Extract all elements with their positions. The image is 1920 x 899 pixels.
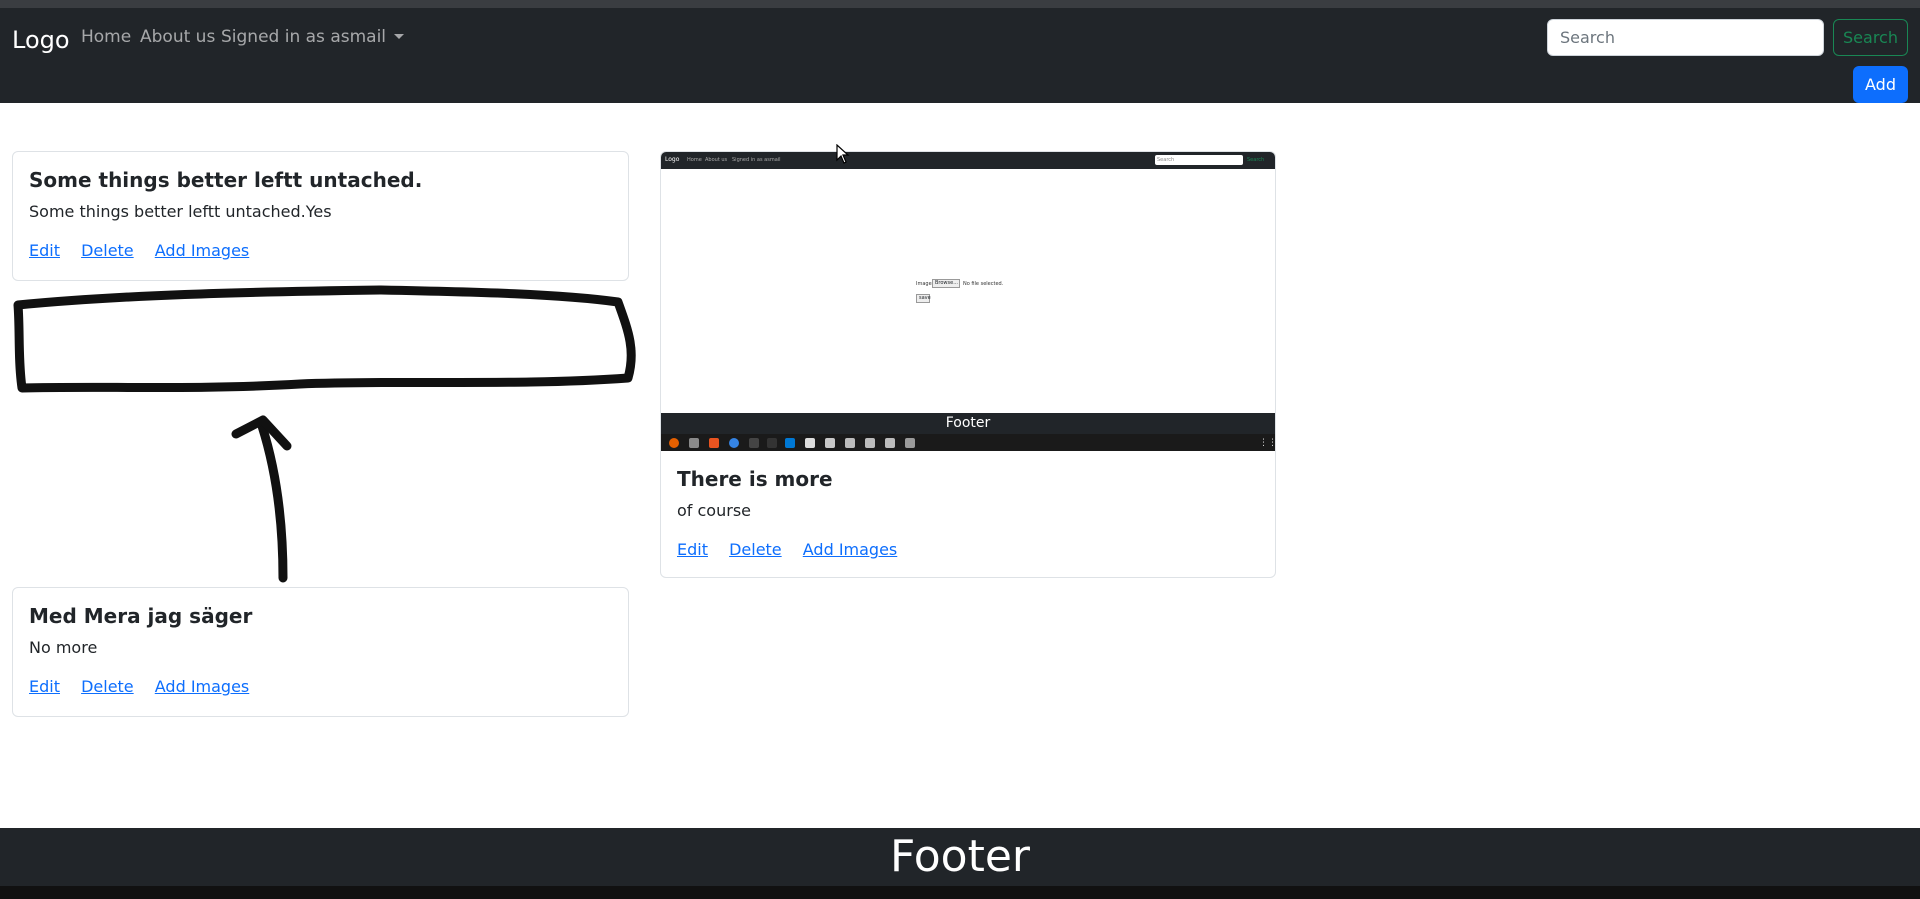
screenshot-nav-about: About us	[705, 157, 728, 163]
screenshot-nav-home: Home	[687, 157, 702, 163]
help-icon	[729, 438, 739, 448]
edit-link[interactable]: Edit	[29, 241, 60, 260]
editor-icon	[805, 438, 815, 448]
card-title: There is more	[677, 467, 833, 491]
card-title: Med Mera jag säger	[29, 604, 253, 628]
screenshot-dock: ⋮⋮	[661, 434, 1275, 451]
card-title: Some things better leftt untached.	[29, 168, 423, 192]
user-dropdown-label: Signed in as asmail	[221, 27, 387, 47]
screenshot-navbar: Logo Home About us Signed in as asmail S…	[661, 152, 1275, 169]
firefox-icon	[669, 438, 679, 448]
os-dock	[0, 886, 1920, 899]
drive-icon	[845, 438, 855, 448]
navbar: Logo Home About us Signed in as asmail S…	[0, 8, 1920, 103]
delete-link[interactable]: Delete	[729, 540, 782, 559]
software-icon	[709, 438, 719, 448]
add-button[interactable]: Add	[1853, 66, 1908, 103]
page-footer: Footer	[0, 828, 1920, 886]
add-images-link[interactable]: Add Images	[155, 241, 250, 260]
trash-icon	[905, 438, 915, 448]
nav-link-home[interactable]: Home	[81, 27, 131, 47]
drive-icon	[885, 438, 895, 448]
mouse-cursor-icon	[836, 144, 850, 164]
edit-link[interactable]: Edit	[29, 677, 60, 696]
vscode-icon	[785, 438, 795, 448]
chevron-down-icon	[394, 34, 405, 39]
screenshot-brand: Logo	[665, 156, 680, 163]
card-text: Some things better leftt untached.Yes	[29, 202, 332, 221]
screenshot-footer: Footer	[661, 413, 1275, 434]
card-text: No more	[29, 638, 98, 657]
screenshot-nav-user: Signed in as asmail	[732, 157, 781, 163]
post-card-with-image: Logo Home About us Signed in as asmail S…	[660, 151, 1276, 578]
screenshot-search-button: Search	[1247, 157, 1265, 163]
screenshot-browse-button: Browse...	[932, 279, 960, 288]
search-input[interactable]	[1547, 19, 1824, 56]
delete-link[interactable]: Delete	[81, 677, 134, 696]
files-icon	[689, 438, 699, 448]
add-images-link[interactable]: Add Images	[803, 540, 898, 559]
user-dropdown[interactable]: Signed in as asmail	[221, 27, 405, 47]
brand-logo[interactable]: Logo	[12, 26, 70, 54]
search-button[interactable]: Search	[1833, 19, 1908, 56]
post-card: Some things better leftt untached. Some …	[12, 151, 629, 281]
os-top-bar	[0, 0, 1920, 8]
card-image-screenshot: Logo Home About us Signed in as asmail S…	[661, 152, 1275, 451]
document-icon	[825, 438, 835, 448]
screenshot-no-file-text: No file selected.	[963, 281, 1004, 287]
app-grid-icon: ⋮⋮	[1259, 438, 1276, 448]
hand-drawn-annotation	[13, 285, 636, 583]
drive-icon	[865, 438, 875, 448]
screenshot-search-input: Search	[1155, 155, 1243, 165]
card-text: of course	[677, 501, 751, 520]
edit-link[interactable]: Edit	[677, 540, 708, 559]
terminal-icon	[749, 438, 759, 448]
screenshot-image-label: Image:	[916, 281, 934, 287]
nav-link-about[interactable]: About us	[140, 27, 215, 47]
ide-icon	[767, 438, 777, 448]
screenshot-save-button: save	[916, 294, 931, 303]
delete-link[interactable]: Delete	[81, 241, 134, 260]
add-images-link[interactable]: Add Images	[155, 677, 250, 696]
post-card: Med Mera jag säger No more Edit Delete A…	[12, 587, 629, 717]
